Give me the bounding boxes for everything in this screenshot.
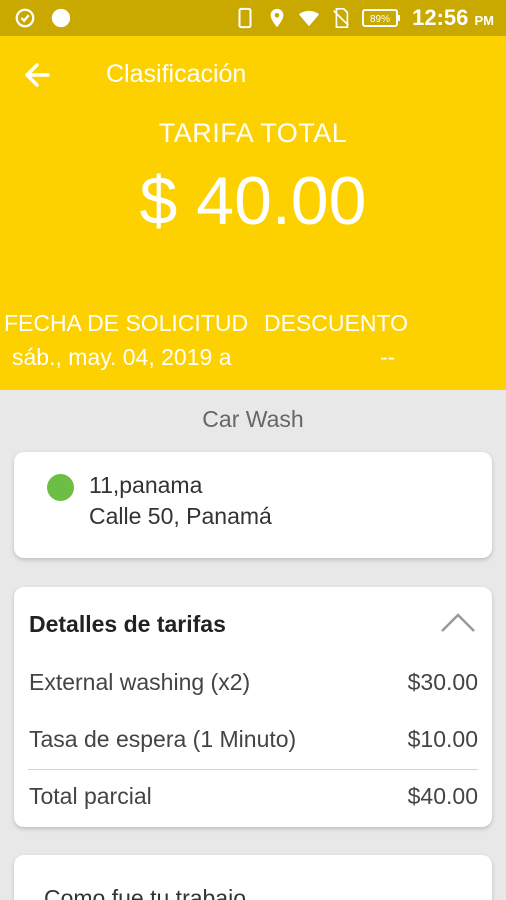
subtotal-value: $40.00 (407, 783, 478, 809)
total-fare-amount: $ 40.00 (139, 163, 367, 239)
fare-details-title: Detalles de tarifas (29, 611, 226, 637)
circle-icon (51, 8, 71, 28)
back-arrow-icon[interactable] (20, 58, 54, 92)
rating-card: Como fue tu trabajo (14, 855, 492, 900)
subtotal-label: Total parcial (29, 783, 152, 809)
fare-item-value: $30.00 (407, 669, 478, 695)
chevron-up-icon[interactable] (440, 611, 476, 635)
discount-value: -- (380, 344, 396, 370)
divider (28, 769, 478, 770)
fare-item-label: External washing (x2) (29, 669, 251, 695)
page-title: Clasificación (106, 60, 247, 88)
address-line-1: 11,panama (89, 472, 203, 498)
discount-label: DESCUENTO (264, 310, 408, 336)
wifi-icon (299, 10, 320, 27)
address-card: 11,panama Calle 50, Panamá (14, 452, 492, 558)
service-name: Car Wash (202, 406, 304, 432)
address-line-2: Calle 50, Panamá (89, 503, 272, 529)
status-bar: 89% 12:56 PM (0, 0, 506, 36)
fare-details-card: Detalles de tarifas External washing (x2… (14, 587, 492, 827)
battery-icon: 89% (362, 9, 401, 27)
request-date-value: sáb., may. 04, 2019 a (12, 344, 232, 370)
fare-header: Clasificación TARIFA TOTAL $ 40.00 FECHA… (0, 36, 506, 390)
location-icon (270, 8, 284, 28)
clock: 12:56 PM (412, 5, 494, 30)
fare-item-label: Tasa de espera (1 Minuto) (29, 726, 297, 752)
cast-icon (15, 8, 35, 28)
battery-level: 89% (370, 14, 390, 25)
request-date-label: FECHA DE SOLICITUD (4, 310, 249, 336)
phone-icon (238, 7, 252, 29)
rating-prompt: Como fue tu trabajo (44, 885, 247, 900)
no-sim-icon (333, 8, 350, 28)
fare-item-value: $10.00 (407, 726, 478, 752)
total-fare-label: TARIFA TOTAL (158, 118, 348, 148)
location-dot-icon (47, 474, 74, 501)
